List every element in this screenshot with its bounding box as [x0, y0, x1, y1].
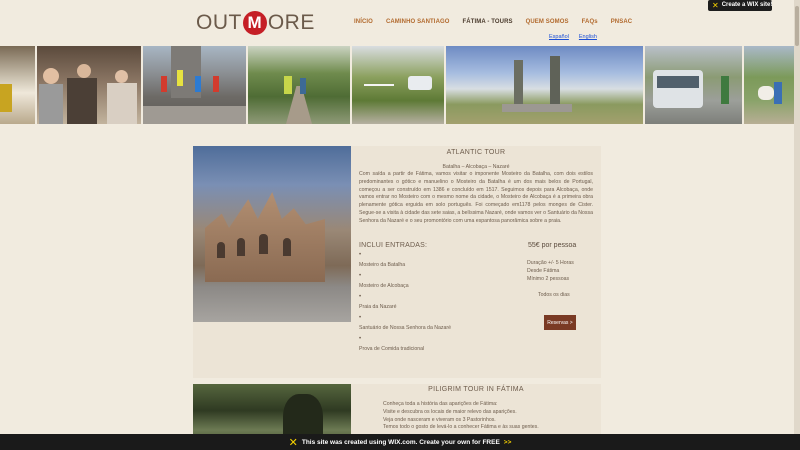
- wix-banner-arrow: >>: [503, 438, 512, 446]
- gallery-photo-car-road[interactable]: [352, 46, 444, 124]
- batalha-monastery-photo[interactable]: [193, 146, 351, 322]
- logo-text-right: ORE: [267, 11, 315, 34]
- list-item: Mosteiro da Batalha: [359, 252, 509, 273]
- photo-gallery-strip: [0, 46, 800, 124]
- tour-subtitle: Batalha – Alcobaça – Nazaré: [442, 164, 510, 170]
- nav-caminho-santiago[interactable]: CAMINHO SANTIAGO: [386, 19, 450, 25]
- tour-description: Conheça toda a história das aparições de…: [383, 401, 595, 432]
- site-logo[interactable]: OUT M ORE: [196, 10, 315, 36]
- tour-line: Temos todo o gosto de levá-lo a conhecer…: [383, 424, 539, 431]
- page-scrollbar[interactable]: [794, 0, 800, 434]
- language-links: Español English: [549, 34, 597, 40]
- gallery-photo-friends[interactable]: [37, 46, 141, 124]
- scrollbar-thumb[interactable]: [795, 6, 799, 46]
- nav-pnsac[interactable]: PNSAC: [611, 19, 633, 25]
- wix-logo-icon: ✕: [288, 435, 298, 449]
- tour-description: Com saída a partir de Fátima, vamos visi…: [359, 171, 593, 224]
- gallery-photo-cyclists[interactable]: [143, 46, 246, 124]
- logo-m-circle: M: [242, 11, 267, 35]
- tour-title: PILIGRIM TOUR IN FÁTIMA: [428, 386, 524, 393]
- wix-banner-text: This site was created using WIX.com. Cre…: [301, 438, 500, 446]
- tour-minimum: Mínimo 2 pessoas: [527, 276, 570, 282]
- list-item: Praia da Nazaré: [359, 294, 509, 315]
- gallery-photo-cafe[interactable]: [0, 46, 35, 124]
- nav-inicio[interactable]: INÍCIO: [354, 19, 373, 25]
- reserve-button[interactable]: Reservas >: [544, 315, 576, 330]
- logo-text-left: OUT: [196, 11, 242, 34]
- tour-price: 55€ por pessoa: [528, 242, 577, 249]
- nav-fatima-tours[interactable]: FÁTIMA - TOURS: [463, 19, 513, 25]
- tour-details: Duração +/- 5 Horas Desde Fátima Mínimo …: [527, 259, 574, 283]
- gallery-photo-walkers[interactable]: [248, 46, 350, 124]
- tour-days: Todos os dias: [538, 292, 570, 298]
- wix-footer-banner[interactable]: ✕ This site was created using WIX.com. C…: [0, 434, 800, 450]
- main-nav: INÍCIO CAMINHO SANTIAGO FÁTIMA - TOURS Q…: [354, 19, 645, 25]
- tour-duration: Duração +/- 5 Horas: [527, 260, 574, 266]
- wix-badge-text: Create a WIX site!: [721, 2, 773, 8]
- tour-line: Conheça toda a história das aparições de…: [383, 401, 498, 407]
- lang-english[interactable]: English: [579, 34, 597, 40]
- gallery-photo-van[interactable]: [645, 46, 742, 124]
- tour-line: Visite e descubra os locais de maior rel…: [383, 408, 517, 415]
- includes-heading: INCLUI ENTRADAS:: [359, 242, 428, 249]
- lang-espanol[interactable]: Español: [549, 34, 569, 40]
- wix-logo-icon: ✕: [712, 1, 719, 10]
- tour-departure: Desde Fátima: [527, 268, 560, 274]
- list-item: Prova de Comida tradicional: [359, 336, 509, 357]
- tour-title: ATLANTIC TOUR: [446, 149, 506, 156]
- list-item: Santuário de Nossa Senhora da Nazaré: [359, 315, 509, 336]
- atlantic-tour-card: ATLANTIC TOUR Batalha – Alcobaça – Nazar…: [193, 146, 601, 378]
- nav-quem-somos[interactable]: QUEM SOMOS: [526, 19, 569, 25]
- gallery-photo-dogs[interactable]: [744, 46, 800, 124]
- nav-faqs[interactable]: FAQs: [582, 19, 598, 25]
- gallery-photo-statues[interactable]: [446, 46, 643, 124]
- create-wix-site-badge[interactable]: ✕ Create a WIX site!: [708, 0, 772, 11]
- includes-list: Mosteiro da Batalha Mosteiro de Alcobaça…: [359, 252, 509, 357]
- tour-line: Veja onde nasceram e viveram os 3 Pastor…: [383, 416, 496, 423]
- list-item: Mosteiro de Alcobaça: [359, 273, 509, 294]
